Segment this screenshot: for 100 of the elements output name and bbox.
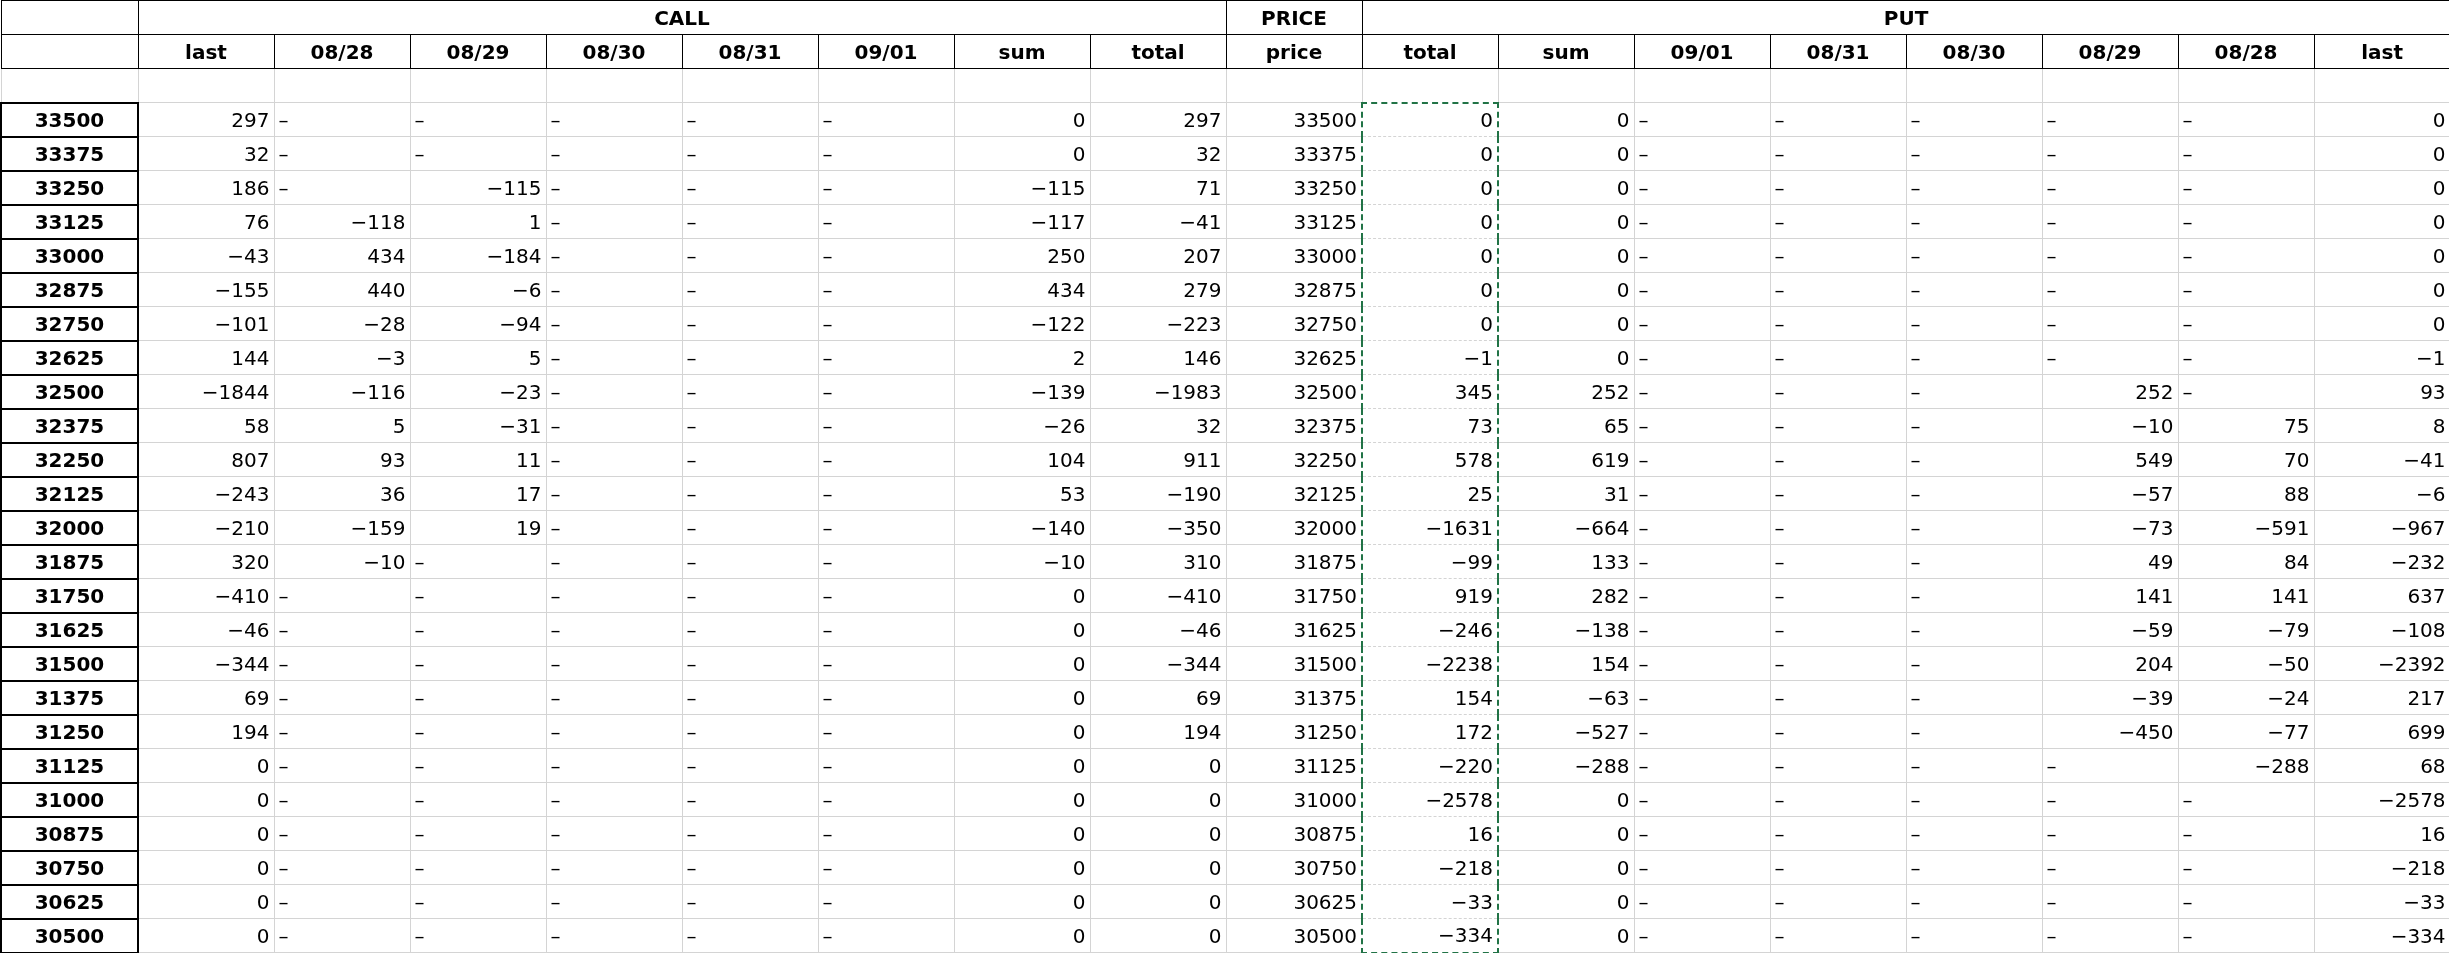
table-cell: 0 <box>954 918 1090 953</box>
table-cell: −26 <box>954 408 1090 443</box>
table-cell: −23 <box>410 374 546 409</box>
table-cell: – <box>546 204 682 239</box>
table-cell: 0 <box>1090 816 1227 851</box>
table-cell: – <box>1906 374 2043 409</box>
row-header[interactable]: 31125 <box>1 748 138 783</box>
row-header[interactable]: 31750 <box>1 578 138 613</box>
table-cell: – <box>1634 102 1771 137</box>
table-cell: – <box>274 748 410 783</box>
table-cell: 0 <box>954 680 1090 715</box>
table-cell: – <box>2178 136 2315 171</box>
table-cell: – <box>818 374 954 409</box>
table-cell: – <box>1770 476 1907 511</box>
column-header: sum <box>954 34 1090 69</box>
table-cell: 0 <box>1362 170 1499 205</box>
row-header[interactable]: 30500 <box>1 918 138 953</box>
table-cell: 0 <box>1090 884 1227 919</box>
table-cell: – <box>1634 374 1771 409</box>
table-cell: – <box>1634 544 1771 579</box>
table-cell: −159 <box>274 510 410 545</box>
table-cell: −223 <box>1090 306 1227 341</box>
row-header[interactable]: 30625 <box>1 884 138 919</box>
table-cell: – <box>410 578 546 613</box>
table-cell: – <box>1906 238 2043 273</box>
row-header[interactable]: 33375 <box>1 136 138 171</box>
row-header[interactable]: 33250 <box>1 170 138 205</box>
row-header[interactable]: 31500 <box>1 646 138 681</box>
table-cell: – <box>274 850 410 885</box>
table-cell: – <box>1634 204 1771 239</box>
table-cell: – <box>546 340 682 375</box>
table-cell: 194 <box>1090 714 1227 749</box>
table-cell: – <box>1770 578 1907 613</box>
row-header[interactable]: 30875 <box>1 816 138 851</box>
table-cell: – <box>682 680 818 715</box>
table-cell: 0 <box>138 816 274 851</box>
column-group-header: PRICE <box>1226 0 1363 35</box>
table-cell: −10 <box>2042 408 2179 443</box>
table-cell: −116 <box>274 374 410 409</box>
table-cell: – <box>2042 918 2179 953</box>
table-cell: 0 <box>138 918 274 953</box>
table-cell: – <box>1770 340 1907 375</box>
table-cell: −334 <box>1362 918 1499 953</box>
row-header[interactable]: 32875 <box>1 272 138 307</box>
table-cell: – <box>1770 272 1907 307</box>
table-cell: −50 <box>2178 646 2315 681</box>
table-cell: −117 <box>954 204 1090 239</box>
table-cell: 69 <box>1090 680 1227 715</box>
row-header[interactable]: 33125 <box>1 204 138 239</box>
table-cell: – <box>1770 102 1907 137</box>
table-cell: – <box>818 340 954 375</box>
table-cell: – <box>1770 748 1907 783</box>
table-cell: – <box>818 782 954 817</box>
table-cell: −115 <box>410 170 546 205</box>
table-cell: 619 <box>1498 442 1635 477</box>
column-header: 08/31 <box>1770 34 1907 69</box>
table-cell: −1 <box>1362 340 1499 375</box>
table-cell: 0 <box>1362 136 1499 171</box>
row-header[interactable]: 32000 <box>1 510 138 545</box>
table-cell: – <box>818 102 954 137</box>
table-cell: 434 <box>954 272 1090 307</box>
row-header[interactable]: 32375 <box>1 408 138 443</box>
table-cell: 25 <box>1362 476 1499 511</box>
row-header[interactable]: 32500 <box>1 374 138 409</box>
table-cell: −46 <box>1090 612 1227 647</box>
table-cell: – <box>546 884 682 919</box>
table-cell: – <box>410 646 546 681</box>
table-cell: −190 <box>1090 476 1227 511</box>
table-cell: – <box>2042 850 2179 885</box>
row-header[interactable]: 31625 <box>1 612 138 647</box>
row-header[interactable]: 32250 <box>1 442 138 477</box>
table-cell: 88 <box>2178 476 2315 511</box>
table-cell: – <box>818 816 954 851</box>
row-header[interactable]: 32750 <box>1 306 138 341</box>
row-header[interactable]: 33500 <box>1 102 138 137</box>
column-group-header: PUT <box>1362 0 2449 35</box>
row-header[interactable]: 33000 <box>1 238 138 273</box>
row-header[interactable]: 31000 <box>1 782 138 817</box>
table-cell: – <box>1634 578 1771 613</box>
table-cell: – <box>2178 816 2315 851</box>
table-cell: – <box>1634 782 1771 817</box>
table-cell: – <box>546 510 682 545</box>
table-cell: 0 <box>1090 782 1227 817</box>
table-cell: 310 <box>1090 544 1227 579</box>
row-header[interactable]: 30750 <box>1 850 138 885</box>
table-cell: 807 <box>138 442 274 477</box>
table-cell: – <box>410 816 546 851</box>
table-cell: – <box>682 612 818 647</box>
row-header[interactable]: 32625 <box>1 340 138 375</box>
row-header[interactable]: 31875 <box>1 544 138 579</box>
table-cell: 0 <box>1498 204 1635 239</box>
table-cell: – <box>818 306 954 341</box>
table-cell: 0 <box>1362 238 1499 273</box>
table-cell: – <box>2178 782 2315 817</box>
row-header[interactable]: 32125 <box>1 476 138 511</box>
row-header[interactable]: 31250 <box>1 714 138 749</box>
table-cell: – <box>682 136 818 171</box>
row-header[interactable]: 31375 <box>1 680 138 715</box>
table-cell: 0 <box>1498 272 1635 307</box>
table-cell: – <box>2042 170 2179 205</box>
